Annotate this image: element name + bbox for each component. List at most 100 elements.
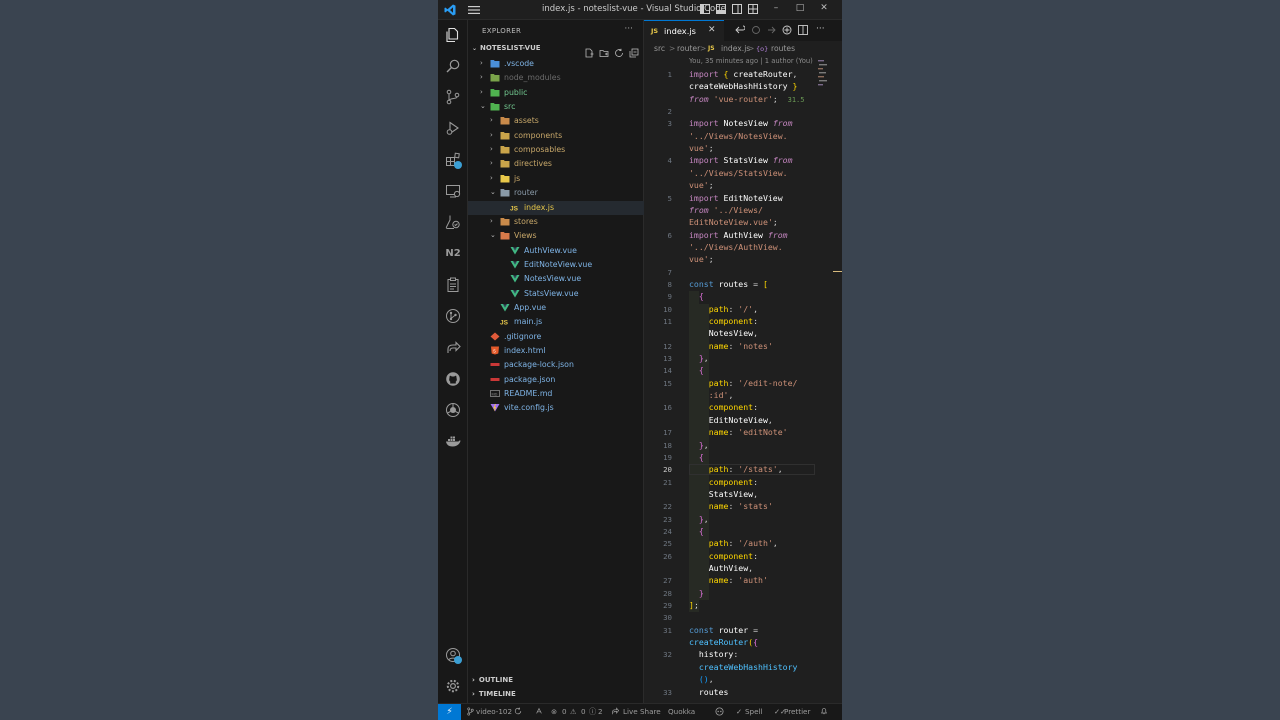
code-line[interactable]: component:	[689, 477, 758, 487]
code-editor[interactable]: You, 35 minutes ago | 1 author (You) 1 im…	[644, 57, 842, 703]
tree-file[interactable]: App.vue	[468, 301, 644, 315]
codelens-blame[interactable]: You, 35 minutes ago | 1 author (You)	[689, 57, 813, 65]
code-line[interactable]: component:	[689, 316, 758, 326]
minimize-button[interactable]: –	[770, 3, 782, 13]
code-line[interactable]: name: 'notes'	[689, 341, 773, 351]
warnings-icon[interactable]: ⚠	[570, 707, 576, 716]
accounts-icon[interactable]	[445, 647, 462, 664]
collapse-all-icon[interactable]	[629, 43, 639, 58]
code-line[interactable]: },	[689, 440, 709, 450]
tree-file[interactable]: vite.config.js	[468, 401, 644, 415]
project-root[interactable]: ⌄ NOTESLIST-VUE	[472, 44, 541, 52]
code-line[interactable]: '../Views/NotesView.	[689, 131, 788, 141]
live-share-status-icon[interactable]	[611, 707, 620, 717]
code-line[interactable]: name: 'editNote'	[689, 427, 788, 437]
go-back-icon[interactable]	[735, 25, 745, 35]
info-count[interactable]: 2	[598, 707, 603, 716]
refresh-explorer-icon[interactable]	[614, 43, 624, 57]
tree-file[interactable]: EditNoteView.vue	[468, 258, 644, 272]
breadcrumb-router[interactable]: router	[677, 44, 700, 53]
tree-folder[interactable]: ⌄ Views	[468, 229, 644, 243]
warning-count[interactable]: 0	[581, 707, 586, 716]
code-line[interactable]: StatsView,	[689, 489, 758, 499]
errors-icon[interactable]: ⊗	[551, 707, 557, 716]
minimap[interactable]	[815, 57, 831, 703]
code-line[interactable]: '../Views/StatsView.	[689, 168, 788, 178]
tree-folder[interactable]: ⌄ src	[468, 100, 644, 114]
code-line[interactable]: name: 'stats'	[689, 501, 773, 511]
tree-folder[interactable]: › public	[468, 86, 644, 100]
go-forward-icon[interactable]	[766, 25, 776, 35]
close-window-button[interactable]: ✕	[818, 3, 830, 13]
info-icon[interactable]: ⓘ	[589, 707, 596, 717]
code-line[interactable]: },	[689, 353, 709, 363]
code-line[interactable]: import AuthView from	[689, 230, 788, 240]
timeline-section[interactable]: › TIMELINE	[472, 690, 516, 698]
tree-folder[interactable]: ⌄ router	[468, 186, 644, 200]
code-line[interactable]: createWebHashHistory }	[689, 81, 797, 91]
quokka-status[interactable]: Quokka	[668, 707, 695, 716]
tree-file[interactable]: 5 index.html	[468, 344, 644, 358]
new-folder-icon[interactable]	[599, 43, 609, 57]
code-line[interactable]: import NotesView from	[689, 118, 793, 128]
code-line[interactable]: createWebHashHistory	[689, 662, 798, 672]
tree-folder[interactable]: › components	[468, 129, 644, 143]
copilot-icon[interactable]	[715, 707, 724, 718]
tree-file[interactable]: AuthView.vue	[468, 244, 644, 258]
tree-file[interactable]: .gitignore	[468, 330, 644, 344]
explorer-more-icon[interactable]: ···	[624, 24, 633, 34]
outline-section[interactable]: › OUTLINE	[472, 676, 513, 684]
code-line[interactable]: AuthView,	[689, 563, 753, 573]
source-control-icon[interactable]	[445, 89, 461, 105]
breadcrumb-file[interactable]: index.js	[721, 44, 750, 53]
code-line[interactable]: import EditNoteView	[689, 193, 783, 203]
testing-icon[interactable]	[445, 214, 461, 230]
clipboard-icon[interactable]	[445, 277, 461, 293]
spell-check-icon[interactable]: ✓	[736, 707, 742, 716]
maximize-button[interactable]: □	[794, 3, 806, 13]
remote-indicator[interactable]: ⚡	[438, 704, 461, 720]
new-file-icon[interactable]	[584, 43, 594, 58]
code-line[interactable]: path: '/auth',	[689, 538, 778, 548]
tree-folder[interactable]: › js	[468, 172, 644, 186]
code-line[interactable]: const routes = [	[689, 279, 768, 289]
live-share-icon[interactable]	[445, 340, 461, 356]
code-line[interactable]: ];	[689, 600, 699, 610]
circle-icon[interactable]	[751, 25, 761, 35]
code-line[interactable]: {	[689, 452, 704, 462]
error-count[interactable]: 0	[562, 707, 567, 716]
code-line[interactable]: (),	[689, 674, 714, 684]
tree-file[interactable]: JS index.js	[468, 200, 644, 215]
tree-folder[interactable]: › .vscode	[468, 57, 644, 71]
tree-file[interactable]: JS main.js	[468, 315, 644, 329]
tree-folder[interactable]: › assets	[468, 114, 644, 128]
toggle-secondary-sidebar-icon[interactable]	[732, 4, 742, 14]
code-line[interactable]: path: '/edit-note/	[689, 378, 798, 388]
tree-folder[interactable]: › composables	[468, 143, 644, 157]
code-line[interactable]: '../Views/AuthView.	[689, 242, 783, 252]
code-line[interactable]: EditNoteView,	[689, 415, 773, 425]
split-editor-icon[interactable]	[798, 25, 808, 35]
ports-icon[interactable]	[535, 707, 543, 717]
tree-file[interactable]: StatsView.vue	[468, 287, 644, 301]
spell-status[interactable]: Spell	[745, 707, 763, 716]
toggle-panel-icon[interactable]	[716, 4, 726, 14]
git-branch[interactable]: video-102	[476, 707, 512, 716]
code-line[interactable]: history:	[689, 649, 738, 659]
docker-icon[interactable]	[445, 433, 461, 449]
code-line[interactable]: NotesView,	[689, 328, 758, 338]
tree-file[interactable]: package-lock.json	[468, 358, 644, 372]
github-icon[interactable]	[445, 371, 461, 387]
open-changes-icon[interactable]	[782, 25, 792, 35]
tab-index-js[interactable]: JS index.js ✕	[644, 20, 724, 41]
n2-icon[interactable]: N2	[445, 246, 461, 262]
code-line[interactable]: from '../Views/	[689, 205, 763, 215]
tree-folder[interactable]: › directives	[468, 157, 644, 171]
tree-folder[interactable]: › stores	[468, 215, 644, 229]
run-debug-icon[interactable]	[445, 120, 461, 136]
breadcrumb-symbol[interactable]: routes	[771, 44, 795, 53]
code-line[interactable]: vue';	[689, 180, 714, 190]
tree-folder[interactable]: › node_modules	[468, 71, 644, 85]
tree-file[interactable]: package.json	[468, 373, 644, 387]
code-line[interactable]: }	[689, 588, 704, 598]
